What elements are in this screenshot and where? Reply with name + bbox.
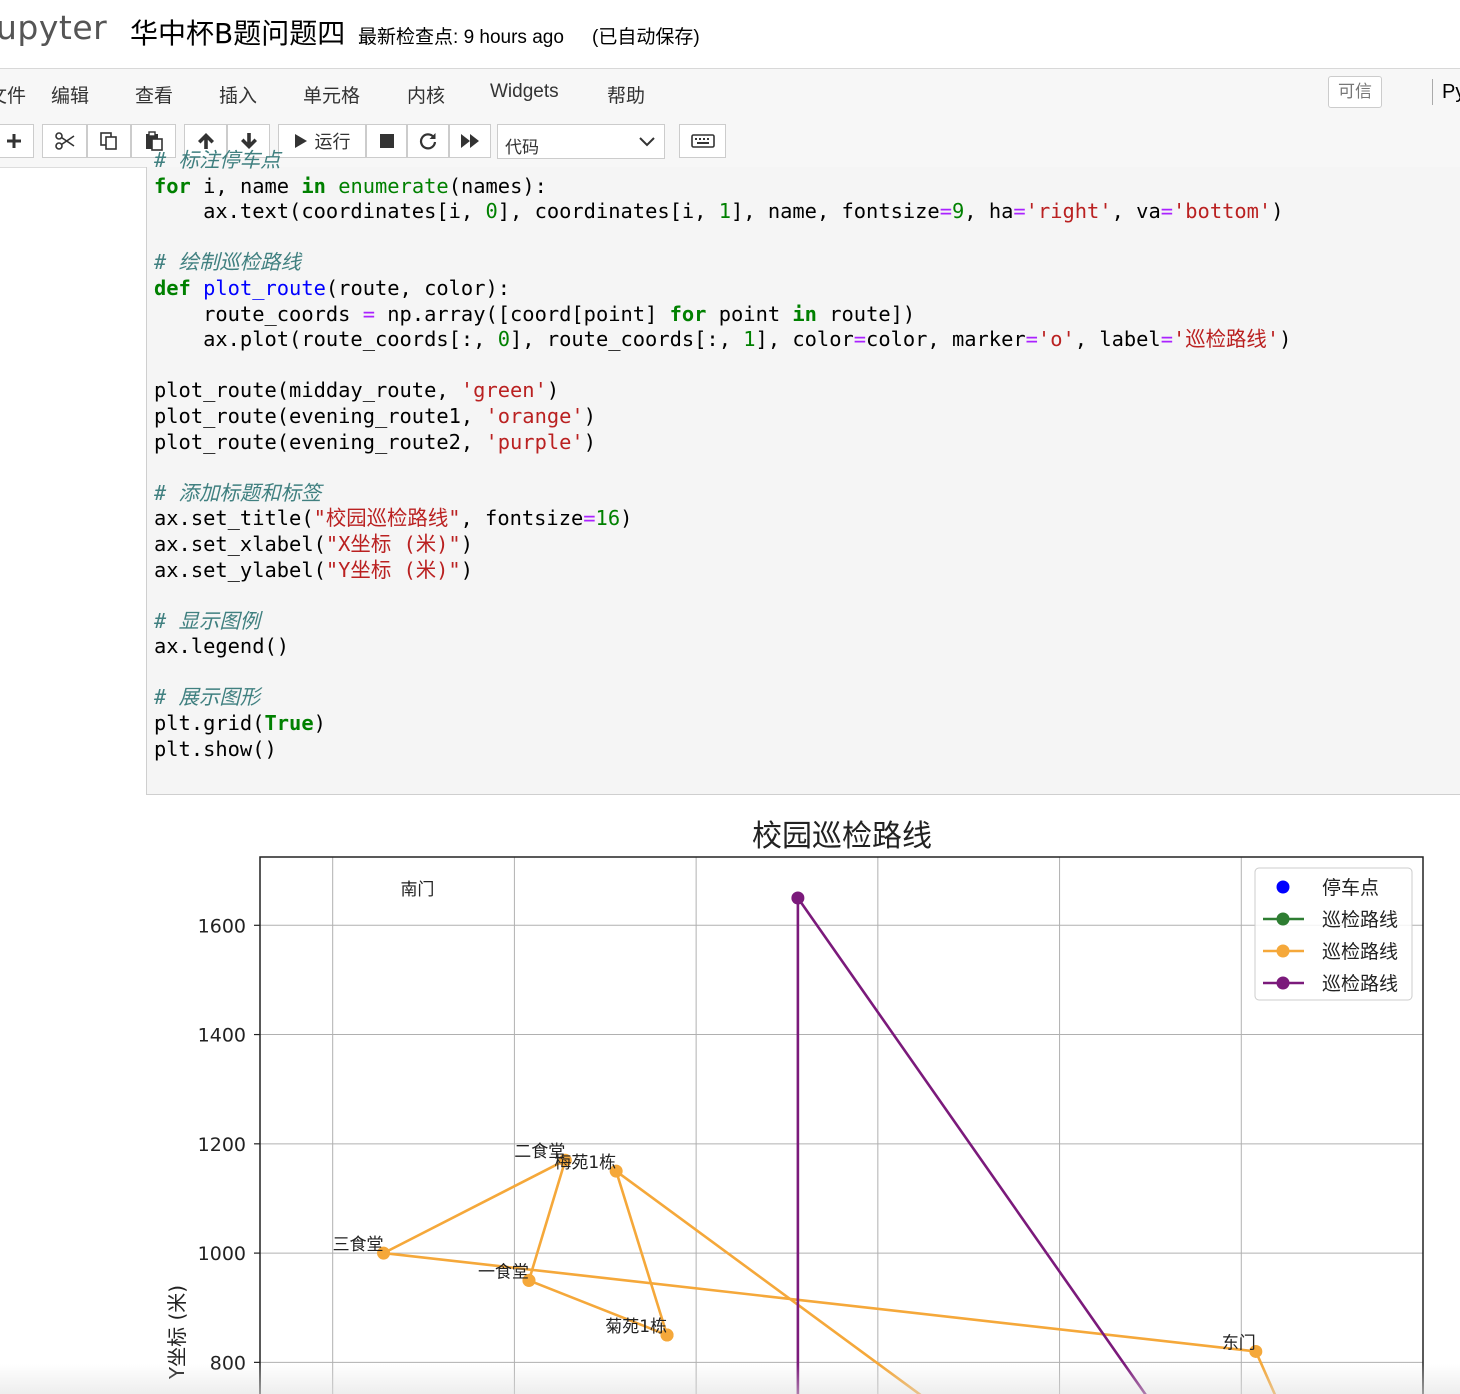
menu-edit[interactable]: 编辑 bbox=[51, 81, 89, 108]
code-line: plot_route(evening_route1, 'orange') bbox=[154, 403, 596, 428]
route-marker bbox=[791, 891, 805, 905]
code-cell-input[interactable]: # 标注停车点 for i, name in enumerate(names): … bbox=[146, 148, 1460, 795]
point-label: 东门 bbox=[1222, 1333, 1256, 1353]
legend-label: 停车点 bbox=[1322, 877, 1379, 899]
point-label: 一食堂 bbox=[478, 1262, 529, 1282]
code-line: # 添加标题和标签 bbox=[154, 480, 322, 505]
legend-label: 巡检路线 bbox=[1322, 909, 1398, 931]
chart-grid bbox=[260, 857, 1423, 1394]
code-line: # 绘制巡检路线 bbox=[154, 250, 301, 275]
y-axis-ticks: 800 1000 1200 1400 1600 bbox=[198, 915, 260, 1374]
menubar: 文件 编辑 查看 插入 单元格 内核 Widgets 帮助 可信 Py bbox=[0, 69, 1460, 117]
menu-widgets[interactable]: Widgets bbox=[490, 81, 559, 103]
notebook-header: upyter 华中杯B题问题四 最新检查点: 9 hours ago (已自动保… bbox=[0, 0, 1460, 69]
copy-button[interactable] bbox=[87, 124, 131, 158]
chart-series bbox=[377, 891, 1277, 1394]
menu-help[interactable]: 帮助 bbox=[607, 81, 645, 108]
insert-cell-button[interactable] bbox=[0, 124, 34, 158]
code-line: ax.text(coordinates[i, 0], coordinates[i… bbox=[154, 199, 1284, 224]
chart-point-labels: 南门二食堂梅苑1栋三食堂一食堂菊苑1栋东门 bbox=[333, 880, 1256, 1353]
legend-marker bbox=[1276, 976, 1290, 990]
code-line: ax.set_ylabel("Y坐标 (米)") bbox=[154, 557, 473, 582]
code-line: # 显示图例 bbox=[154, 608, 261, 633]
legend-label: 巡检路线 bbox=[1322, 973, 1398, 995]
checkpoint-label: 最新检查点: bbox=[358, 27, 459, 48]
scissors-icon bbox=[54, 132, 75, 150]
code-line: # 标注停车点 bbox=[154, 148, 281, 172]
legend-marker bbox=[1276, 912, 1290, 926]
y-tick-label: 1200 bbox=[198, 1134, 246, 1156]
checkpoint-time: 9 hours ago bbox=[463, 27, 564, 48]
trusted-indicator[interactable]: 可信 bbox=[1328, 76, 1382, 108]
stop-icon bbox=[379, 133, 395, 149]
code-line: ax.set_xlabel("X坐标 (米)") bbox=[154, 531, 473, 556]
code-line: plot_route(evening_route2, 'purple') bbox=[154, 429, 596, 454]
y-tick-label: 800 bbox=[210, 1352, 246, 1374]
y-tick-label: 1000 bbox=[198, 1243, 246, 1265]
code-line: for i, name in enumerate(names): bbox=[154, 173, 547, 198]
code-line: plt.grid(True) bbox=[154, 711, 326, 736]
fast-forward-icon bbox=[460, 133, 480, 149]
code-line: ax.legend() bbox=[154, 634, 290, 659]
run-icon bbox=[294, 133, 308, 149]
y-tick-label: 1600 bbox=[198, 915, 246, 937]
menu-cell[interactable]: 单元格 bbox=[303, 81, 360, 108]
chart-title: 校园巡检路线 bbox=[752, 819, 932, 854]
code-line: plot_route(midday_route, 'green') bbox=[154, 378, 560, 403]
menu-file[interactable]: 文件 bbox=[0, 81, 26, 108]
menu-kernel[interactable]: 内核 bbox=[407, 81, 445, 108]
point-label: 南门 bbox=[400, 880, 434, 900]
code-line: plt.show() bbox=[154, 736, 277, 761]
code-editor[interactable]: # 标注停车点 for i, name in enumerate(names): … bbox=[154, 148, 1291, 762]
code-line: # 展示图形 bbox=[154, 685, 261, 710]
route-line bbox=[614, 1169, 922, 1394]
notebook-name[interactable]: 华中杯B题问题四 bbox=[130, 12, 345, 52]
code-line: def plot_route(route, color): bbox=[154, 275, 511, 300]
code-line: route_coords = np.array([coord[point] fo… bbox=[154, 301, 916, 326]
point-label: 梅苑1栋 bbox=[554, 1153, 616, 1173]
plus-icon bbox=[6, 133, 22, 149]
chart-legend: 停车点巡检路线巡检路线巡检路线 bbox=[1254, 867, 1413, 1001]
y-tick-label: 1400 bbox=[198, 1025, 246, 1047]
jupyter-logo[interactable]: upyter bbox=[0, 8, 107, 47]
y-axis-label: Y坐标 (米) bbox=[165, 1285, 189, 1380]
kernel-indicator[interactable]: Py bbox=[1442, 81, 1460, 104]
point-label: 三食堂 bbox=[333, 1235, 384, 1255]
checkpoint-status: 最新检查点: 9 hours ago bbox=[358, 22, 564, 49]
code-line: ax.plot(route_coords[:, 0], route_coords… bbox=[154, 327, 1292, 352]
code-line: ax.set_title("校园巡检路线", fontsize=16) bbox=[154, 506, 633, 531]
chart-output: 校园巡检路线 南门二食堂梅苑1栋三食堂一食堂菊苑1栋东门 80010001200… bbox=[165, 819, 1424, 1394]
cut-button[interactable] bbox=[42, 124, 87, 158]
point-label: 菊苑1栋 bbox=[605, 1317, 667, 1337]
legend-marker-dot bbox=[1276, 880, 1290, 894]
copy-icon bbox=[99, 131, 119, 151]
legend-marker bbox=[1276, 944, 1290, 958]
chart-axes-frame bbox=[259, 856, 1424, 1394]
kernel-divider bbox=[1432, 79, 1433, 105]
legend-label: 巡检路线 bbox=[1322, 941, 1398, 963]
menu-view[interactable]: 查看 bbox=[135, 81, 173, 108]
keyboard-icon bbox=[690, 133, 715, 149]
menu-insert[interactable]: 插入 bbox=[219, 81, 257, 108]
autosave-status: (已自动保存) bbox=[592, 27, 700, 48]
